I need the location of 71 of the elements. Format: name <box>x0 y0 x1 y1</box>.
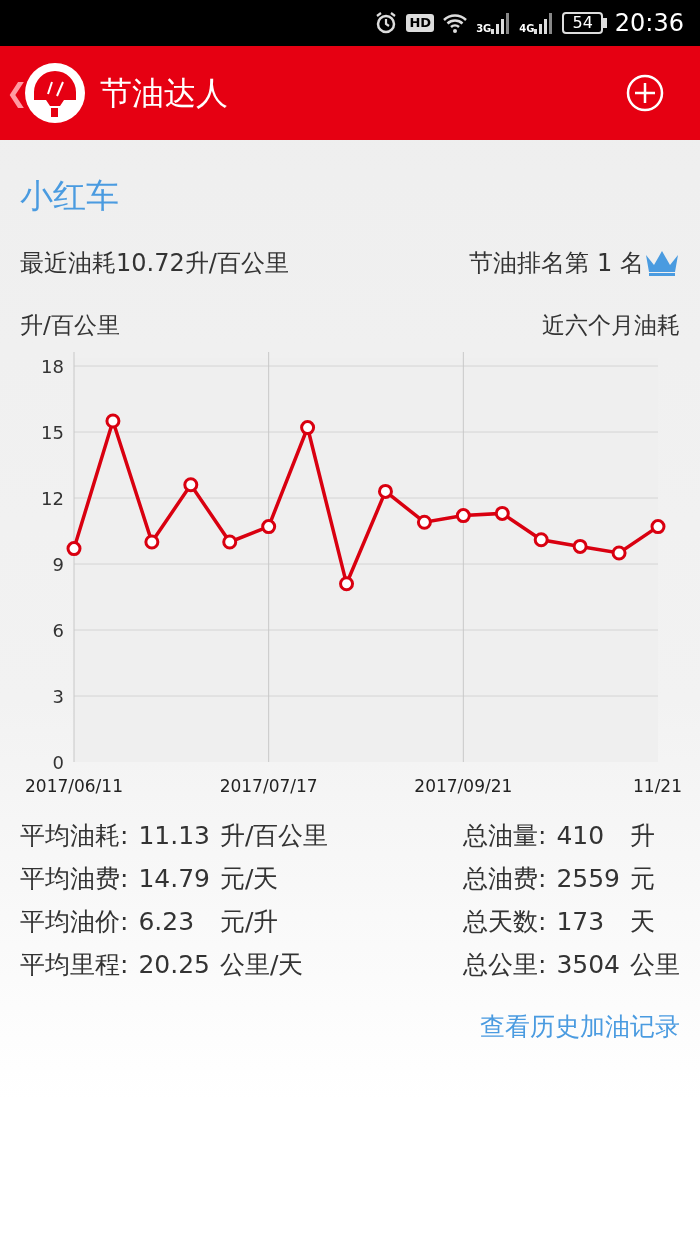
hd-indicator: HD <box>406 14 435 32</box>
car-name: 小红车 <box>20 176 120 216</box>
back-button[interactable]: ❮ <box>6 73 24 113</box>
data-point <box>455 508 471 524</box>
battery-indicator: 54 <box>562 12 603 34</box>
fuel-gauge-icon <box>24 62 86 124</box>
data-point <box>183 477 199 493</box>
stat-label: 平均里程: <box>20 949 129 981</box>
data-point <box>377 483 393 499</box>
stat-unit: 元/天 <box>220 863 280 895</box>
stat-label: 总油费: <box>462 863 547 895</box>
stat-value: 173 <box>556 906 606 938</box>
ranking-text: 节油排名第 1 名 <box>469 248 644 279</box>
stat-value: 410 <box>556 820 606 852</box>
signal-icon <box>534 12 555 34</box>
signal-icon <box>491 12 512 34</box>
y-axis-label: 18 <box>41 356 64 377</box>
stat-unit: 升/百公里 <box>220 820 329 852</box>
stat-label: 平均油价: <box>20 906 129 938</box>
y-axis-label: 3 <box>52 686 64 707</box>
data-point <box>144 534 160 550</box>
stat-value: 2559 <box>556 863 620 895</box>
add-icon[interactable] <box>626 74 664 112</box>
data-point <box>533 532 549 548</box>
stat-unit: 元 <box>630 863 656 895</box>
x-axis-label: 2017/07/17 <box>219 776 318 796</box>
y-axis-label: 6 <box>52 620 64 641</box>
stat-label: 平均油耗: <box>20 820 129 852</box>
stat-unit: 公里 <box>630 949 680 981</box>
battery-tip-icon <box>602 18 607 28</box>
stat-label: 总油量: <box>462 820 547 852</box>
data-point <box>572 538 588 554</box>
data-point <box>105 413 121 429</box>
stat-unit: 天 <box>630 906 656 938</box>
data-point <box>650 519 666 535</box>
stat-value: 3504 <box>556 949 620 981</box>
y-axis-label: 12 <box>41 488 64 509</box>
data-point <box>261 519 277 535</box>
stat-value: 6.23 <box>138 906 196 938</box>
wifi-icon <box>442 12 469 34</box>
y-axis-label: 9 <box>52 554 64 575</box>
app-title: 节油达人 <box>100 73 228 114</box>
x-axis-label: 2017/06/11 <box>25 776 123 796</box>
data-point <box>611 545 627 561</box>
x-axis-label: 11/21 <box>633 776 682 796</box>
crown-icon <box>644 249 680 277</box>
data-point <box>416 514 432 530</box>
stat-value: 14.79 <box>138 863 210 895</box>
stat-unit: 公里/天 <box>220 949 305 981</box>
stat-label: 总公里: <box>462 949 547 981</box>
axis-unit-label: 升/百公里 <box>20 311 120 340</box>
stat-unit: 元/升 <box>220 906 280 938</box>
data-point <box>66 541 82 557</box>
stat-value: 20.25 <box>138 949 210 981</box>
stat-label: 平均油费: <box>20 863 129 895</box>
network-type-label: 3G <box>476 24 492 34</box>
clock-time: 20:36 <box>614 8 684 39</box>
data-point <box>300 420 316 436</box>
y-axis-label: 15 <box>41 422 64 443</box>
network-type-label: 4G <box>519 24 535 34</box>
y-axis-label: 0 <box>52 752 64 773</box>
stat-unit: 升 <box>630 820 656 852</box>
stat-label: 总天数: <box>462 906 547 938</box>
data-point <box>339 576 355 592</box>
data-point <box>222 534 238 550</box>
chart-period-label: 近六个月油耗 <box>542 311 680 340</box>
data-point <box>494 505 510 521</box>
history-link[interactable]: 查看历史加油记录 <box>0 1008 700 1046</box>
recent-consumption: 最近油耗10.72升/百公里 <box>20 248 289 279</box>
x-axis-label: 2017/09/21 <box>414 776 513 796</box>
stat-value: 11.13 <box>138 820 210 852</box>
